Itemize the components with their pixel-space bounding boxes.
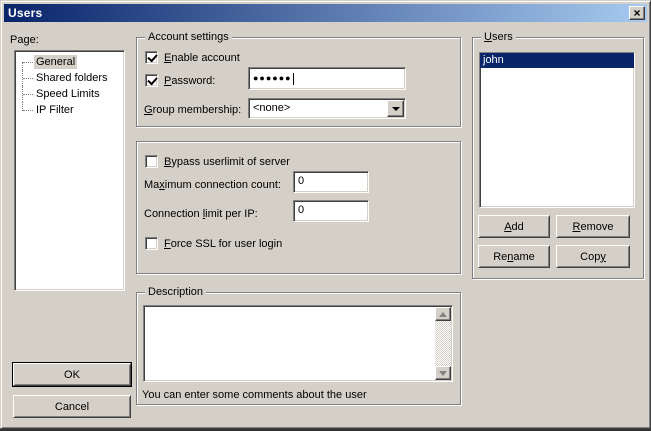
account-settings-title: Account settings (145, 31, 232, 44)
description-hint: You can enter some comments about the us… (142, 389, 367, 402)
scroll-up-button[interactable] (435, 307, 451, 321)
tree-item-general[interactable]: General (15, 54, 124, 70)
group-membership-select[interactable]: <none> (248, 98, 406, 119)
connection-limit-per-ip-label: Connection limit per IP: (144, 208, 258, 221)
description-textarea[interactable] (143, 305, 453, 382)
password-masked-value: ●●●●●● (253, 71, 292, 86)
page-label: Page: (10, 34, 39, 47)
bypass-userlimit-label[interactable]: Bypass userlimit of server (164, 156, 290, 169)
remove-user-button[interactable]: Remove (556, 215, 630, 238)
user-list-item[interactable]: john (480, 53, 634, 68)
force-ssl-checkbox[interactable] (145, 237, 158, 250)
text-caret (293, 73, 294, 85)
scrollbar-track[interactable] (435, 321, 451, 366)
users-dialog: Users × Page: General Shared folders Spe… (0, 0, 651, 429)
password-input[interactable]: ●●●●●● (248, 67, 406, 90)
tree-item-speed-limits[interactable]: Speed Limits (15, 86, 124, 102)
page-tree[interactable]: General Shared folders Speed Limits IP F… (14, 50, 125, 291)
close-button[interactable]: × (629, 6, 645, 20)
enable-account-checkbox[interactable] (145, 51, 158, 64)
ok-button[interactable]: OK (13, 363, 131, 386)
users-group-title: Users (481, 31, 516, 44)
tree-item-shared-folders[interactable]: Shared folders (15, 70, 124, 86)
combo-dropdown-button[interactable] (387, 100, 404, 117)
rename-user-button[interactable]: Rename (478, 245, 550, 268)
force-ssl-label[interactable]: Force SSL for user login (164, 238, 282, 251)
cancel-button[interactable]: Cancel (13, 395, 131, 418)
window-title: Users (4, 6, 42, 20)
max-connection-count-input[interactable]: 0 (293, 171, 369, 193)
arrow-up-icon (439, 308, 447, 317)
bypass-userlimit-checkbox[interactable] (145, 155, 158, 168)
tree-branch-icon (22, 102, 34, 118)
tree-item-ip-filter[interactable]: IP Filter (15, 102, 124, 118)
close-icon: × (633, 8, 640, 18)
password-label[interactable]: Password: (164, 75, 215, 88)
arrow-down-icon (439, 371, 447, 380)
connection-limit-per-ip-input[interactable]: 0 (293, 200, 369, 222)
description-title: Description (145, 286, 206, 299)
tree-branch-icon (22, 70, 34, 86)
add-user-button[interactable]: Add (478, 215, 550, 238)
enable-account-label[interactable]: Enable account (164, 52, 240, 65)
password-checkbox[interactable] (145, 74, 158, 87)
scroll-down-button[interactable] (435, 366, 451, 380)
copy-user-button[interactable]: Copy (556, 245, 630, 268)
description-scrollbar[interactable] (435, 307, 451, 380)
chevron-down-icon (392, 107, 400, 115)
users-listbox[interactable]: john (479, 52, 635, 208)
group-membership-value: <none> (253, 101, 290, 115)
tree-branch-icon (22, 54, 34, 70)
titlebar: Users × (4, 4, 647, 22)
tree-branch-icon (22, 86, 34, 102)
group-membership-label: Group membership: (144, 104, 241, 117)
max-connection-count-label: Maximum connection count: (144, 179, 281, 192)
